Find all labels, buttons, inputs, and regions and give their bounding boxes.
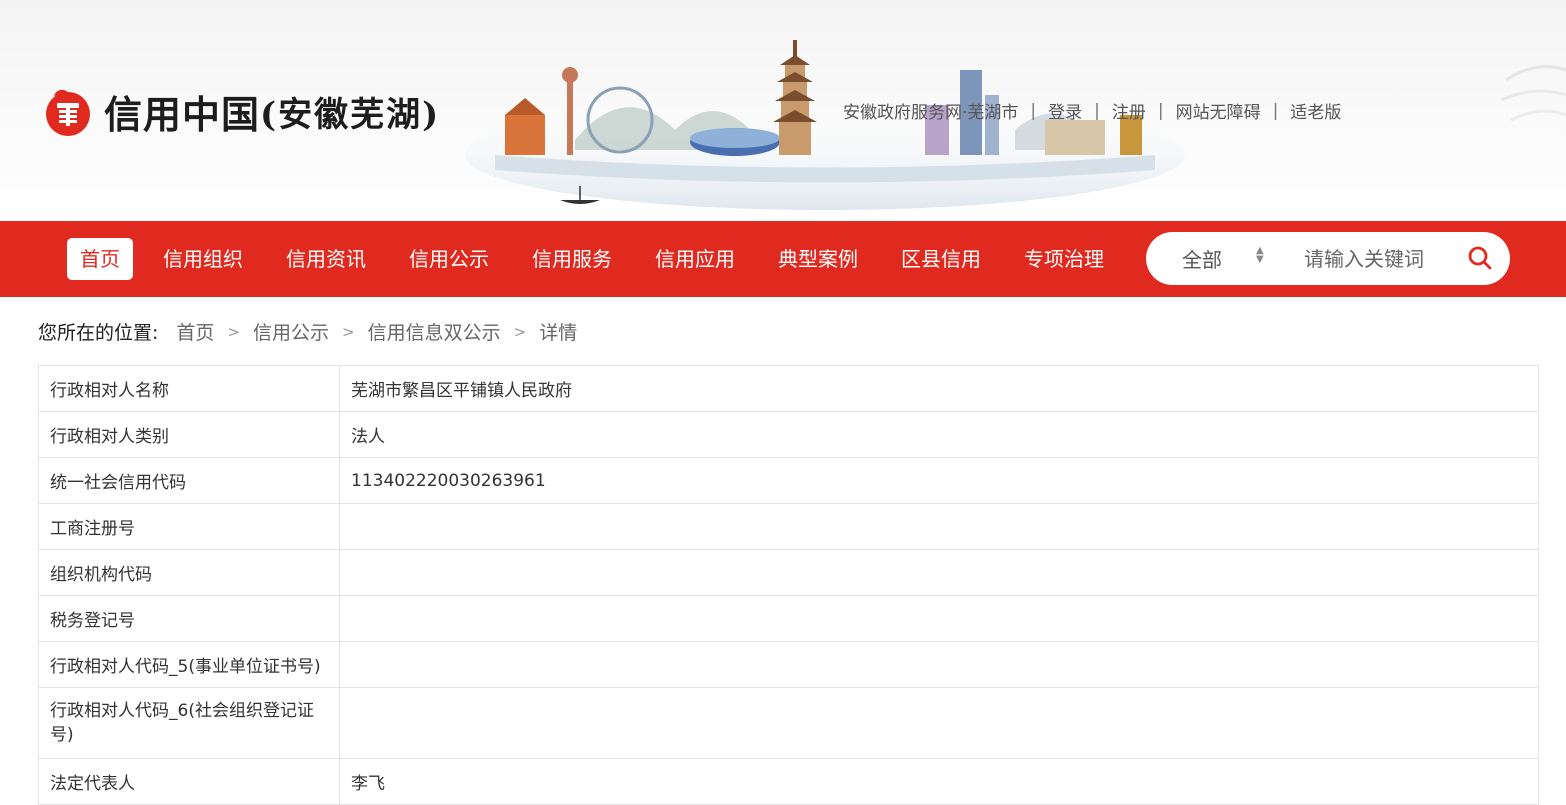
table-row: 行政相对人代码_6(社会组织登记证号) xyxy=(38,687,1539,759)
brand-title: 信用中国 xyxy=(104,93,261,137)
main-nav: 首页 信用组织 信用资讯 信用公示 信用服务 信用应用 典型案例 区县信用 专项… xyxy=(0,221,1566,297)
toplink-separator: | xyxy=(1030,100,1037,121)
field-label: 行政相对人名称 xyxy=(38,365,340,412)
field-value: 芜湖市繁昌区平铺镇人民政府 xyxy=(339,365,1539,412)
search-box: 全部 ▲ ▼ xyxy=(1146,232,1510,285)
breadcrumb: 您所在的位置: 首页 > 信用公示 > 信用信息双公示 > 详情 xyxy=(38,318,577,345)
search-scope-label: 全部 xyxy=(1182,248,1222,272)
accessibility-link[interactable]: 网站无障碍 xyxy=(1176,98,1261,123)
nav-item-credit-news[interactable]: 信用资讯 xyxy=(273,238,379,280)
gov-service-link[interactable]: 安徽政府服务网·芜湖市 xyxy=(843,98,1018,123)
field-label: 行政相对人代码_5(事业单位证书号) xyxy=(38,641,340,688)
search-input[interactable] xyxy=(1304,246,1454,271)
toplink-separator: | xyxy=(1094,100,1100,121)
table-row: 统一社会信用代码 113402220030263961 xyxy=(38,457,1539,504)
breadcrumb-separator: > xyxy=(342,322,355,341)
field-value: 113402220030263961 xyxy=(339,457,1539,504)
breadcrumb-double-publicity[interactable]: 信用信息双公示 xyxy=(368,318,501,345)
field-label: 工商注册号 xyxy=(38,503,340,550)
field-label: 组织机构代码 xyxy=(38,549,340,596)
field-value xyxy=(339,641,1539,688)
table-row: 税务登记号 xyxy=(38,595,1539,642)
nav-item-credit-application[interactable]: 信用应用 xyxy=(642,238,748,280)
nav-item-credit-org[interactable]: 信用组织 xyxy=(150,238,256,280)
brand-subtitle: (安徽芜湖) xyxy=(260,95,441,135)
breadcrumb-separator: > xyxy=(227,322,240,341)
breadcrumb-credit-publicity[interactable]: 信用公示 xyxy=(253,318,329,345)
nav-item-credit-publicity[interactable]: 信用公示 xyxy=(396,238,502,280)
breadcrumb-current: 详情 xyxy=(539,322,578,344)
cloud-decoration-icon xyxy=(1500,65,1566,122)
nav-item-county-credit[interactable]: 区县信用 xyxy=(888,238,994,280)
select-arrows-icon: ▲ ▼ xyxy=(1256,245,1264,265)
credit-china-logo-icon xyxy=(46,89,90,136)
field-value xyxy=(339,687,1539,759)
field-value: 法人 xyxy=(339,411,1539,458)
register-link[interactable]: 注册 xyxy=(1112,98,1146,123)
detail-table: 行政相对人名称 芜湖市繁昌区平铺镇人民政府 行政相对人类别 法人 统一社会信用代… xyxy=(38,365,1539,805)
field-label: 法定代表人 xyxy=(38,758,340,805)
field-value: 李飞 xyxy=(339,758,1539,805)
elderly-mode-link[interactable]: 适老版 xyxy=(1290,98,1341,123)
field-label: 行政相对人类别 xyxy=(38,411,340,458)
field-label: 统一社会信用代码 xyxy=(38,457,340,504)
site-header: 信用中国 (安徽芜湖) 安徽政府服务网·芜湖市 | 登录 | 注册 | 网站无障… xyxy=(0,0,1566,221)
top-links-bar: 安徽政府服务网·芜湖市 | 登录 | 注册 | 网站无障碍 | 适老版 xyxy=(843,98,1341,124)
login-link[interactable]: 登录 xyxy=(1048,98,1082,123)
field-value xyxy=(339,549,1539,596)
breadcrumb-home[interactable]: 首页 xyxy=(176,318,214,345)
search-icon[interactable] xyxy=(1466,244,1494,272)
breadcrumb-label: 您所在的位置: xyxy=(38,322,159,344)
nav-item-typical-cases[interactable]: 典型案例 xyxy=(765,238,871,280)
field-value xyxy=(339,595,1539,642)
toplink-separator: | xyxy=(1157,100,1164,121)
table-row: 法定代表人 李飞 xyxy=(38,758,1539,805)
nav-menu: 首页 信用组织 信用资讯 信用公示 信用服务 信用应用 典型案例 区县信用 专项… xyxy=(67,238,1134,280)
nav-item-special-governance[interactable]: 专项治理 xyxy=(1011,238,1117,280)
breadcrumb-separator: > xyxy=(513,322,527,341)
site-logo[interactable]: 信用中国 (安徽芜湖) xyxy=(42,84,440,139)
nav-item-credit-service[interactable]: 信用服务 xyxy=(519,238,625,280)
field-value xyxy=(339,503,1539,550)
table-row: 组织机构代码 xyxy=(38,549,1539,596)
search-scope-select[interactable]: 全部 ▲ ▼ xyxy=(1146,244,1274,273)
field-label: 税务登记号 xyxy=(38,595,340,642)
field-label: 行政相对人代码_6(社会组织登记证号) xyxy=(38,687,340,759)
table-row: 行政相对人代码_5(事业单位证书号) xyxy=(38,641,1539,688)
table-row: 工商注册号 xyxy=(38,503,1539,550)
table-row: 行政相对人类别 法人 xyxy=(38,411,1539,458)
toplink-separator: | xyxy=(1272,100,1279,121)
table-row: 行政相对人名称 芜湖市繁昌区平铺镇人民政府 xyxy=(38,365,1539,412)
nav-item-home[interactable]: 首页 xyxy=(67,238,133,280)
